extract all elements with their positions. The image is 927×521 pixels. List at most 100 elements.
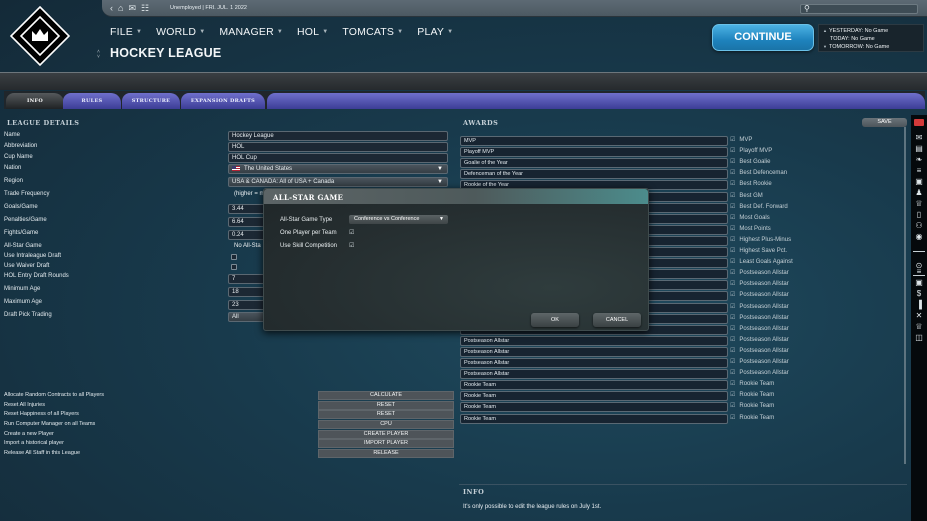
award-name-field[interactable]: Postseason Allstar (460, 369, 728, 380)
award-checkbox[interactable]: ☑ Best Goalie (730, 158, 770, 165)
award-checkbox[interactable]: ☑ Postseason Allstar (730, 269, 789, 276)
award-name-field[interactable]: Rookie Team (460, 402, 728, 413)
page-scroll-arrows[interactable]: ˄ ˅ (97, 50, 100, 60)
awards-scrollbar[interactable] (904, 127, 906, 464)
goals-game-field[interactable]: 3.44 (228, 204, 268, 214)
checkbox-icon[interactable]: ☑ (730, 281, 735, 287)
award-checkbox[interactable]: ☑ Postseason Allstar (730, 358, 789, 365)
mail-icon[interactable]: ✉ (911, 133, 927, 142)
tab-rules[interactable]: RULES (63, 93, 121, 109)
award-checkbox[interactable]: ☑ Rookie Team (730, 414, 774, 421)
trade-frequency-slider[interactable]: (higher = m (234, 191, 265, 197)
cancel-button[interactable]: CANCEL (593, 313, 641, 327)
award-name-field[interactable]: Postseason Allstar (460, 358, 728, 368)
award-checkbox[interactable]: ☑ Rookie Team (730, 402, 774, 409)
checkbox-icon[interactable]: ☑ (730, 259, 735, 265)
cpu-button[interactable]: CPU (318, 420, 454, 429)
camera-icon[interactable]: ▣ (911, 177, 927, 186)
menu-tomcats[interactable]: TOMCATS ▼ (342, 26, 403, 38)
save-button[interactable]: SAVE (862, 118, 907, 127)
award-checkbox[interactable]: ☑ Least Goals Against (730, 258, 793, 265)
checkbox-icon[interactable]: ☑ (730, 315, 735, 321)
reset-injuries-button[interactable]: RESET (318, 401, 454, 410)
compare-icon[interactable]: ◫ (911, 333, 927, 342)
document-icon[interactable]: ▯ (911, 210, 927, 219)
nation-select[interactable]: The United States ▼ (228, 164, 448, 174)
award-checkbox[interactable]: ☑ Postseason Allstar (730, 336, 789, 343)
fights-game-field[interactable]: 0.24 (228, 230, 268, 240)
award-name-field[interactable]: Playoff MVP (460, 147, 728, 158)
maximum-age-field[interactable]: 23 (228, 300, 268, 310)
checkbox-icon[interactable]: ☑ (730, 359, 735, 365)
award-checkbox[interactable]: ☑ Best Rookie (730, 180, 772, 187)
checkbox-icon[interactable]: ☑ (730, 292, 735, 298)
staff-icon[interactable]: ♟ (911, 188, 927, 197)
checkbox-icon[interactable]: ☑ (730, 170, 735, 176)
checkbox-icon[interactable]: ☑ (730, 148, 735, 154)
minimum-age-field[interactable]: 18 (228, 287, 268, 297)
import-player-button[interactable]: IMPORT PLAYER (318, 439, 454, 448)
award-checkbox[interactable]: ☑ Postseason Allstar (730, 369, 789, 376)
schedule-summary[interactable]: ▲ YESTERDAY: No Game TODAY: No Game ▼ TOMO… (818, 24, 924, 52)
search-box[interactable]: ⚲ (800, 4, 918, 14)
people-icon[interactable]: ⚇ (911, 221, 927, 230)
trophy-icon[interactable]: ♕ (911, 199, 927, 208)
award-checkbox[interactable]: ☑ Best GM (730, 192, 763, 199)
menu-file[interactable]: FILE ▼ (110, 26, 142, 38)
award-checkbox[interactable]: ☑ Postseason Allstar (730, 347, 789, 354)
award-checkbox[interactable]: ☑ Postseason Allstar (730, 325, 789, 332)
checkbox-icon[interactable]: ☑ (730, 415, 735, 421)
ok-button[interactable]: OK (531, 313, 579, 327)
penalties-game-field[interactable]: 6.64 (228, 217, 268, 227)
search-input[interactable] (813, 5, 913, 13)
game-logo[interactable] (10, 6, 70, 66)
award-name-field[interactable]: Rookie Team (460, 391, 728, 402)
list-icon[interactable]: ≡ (911, 166, 927, 175)
checkbox-icon[interactable]: ☑ (730, 248, 735, 254)
menu-world[interactable]: WORLD ▼ (156, 26, 205, 38)
award-checkbox[interactable]: ☑ Highest Save Pct. (730, 247, 787, 254)
one-player-checkbox[interactable]: ☑ (349, 229, 354, 236)
checkbox-icon[interactable]: ☑ (730, 370, 735, 376)
tab-info[interactable]: INFO (6, 93, 64, 109)
checkbox-icon[interactable]: ☑ (730, 204, 735, 210)
news-icon[interactable] (914, 119, 924, 126)
draft-pick-trading-select[interactable]: All (228, 312, 268, 322)
award-checkbox[interactable]: ☑ Rookie Team (730, 391, 774, 398)
create-player-button[interactable]: CREATE PLAYER (318, 430, 454, 439)
award-checkbox[interactable]: ☑ Highest Plus-Minus (730, 236, 791, 243)
checkbox-icon[interactable]: ☑ (730, 159, 735, 165)
award-checkbox[interactable]: ☑ Playoff MVP (730, 147, 772, 154)
award-checkbox[interactable]: ☑ Most Goals (730, 214, 770, 221)
checkbox-icon[interactable]: ☑ (730, 403, 735, 409)
checkbox-icon[interactable]: ☑ (730, 326, 735, 332)
broadcast-icon[interactable]: ◉ (911, 232, 927, 241)
entry-draft-rounds-field[interactable]: 7 (228, 274, 268, 284)
award-checkbox[interactable]: ☑ Postseason Allstar (730, 291, 789, 298)
region-select[interactable]: USA & CANADA: All of USA + Canada ▼ (228, 177, 448, 187)
calendar-icon[interactable]: ▤ (911, 144, 927, 153)
award-checkbox[interactable]: ☑ Best Def. Forward (730, 203, 788, 210)
name-field[interactable]: Hockey League (228, 131, 448, 141)
tab-expansion-drafts[interactable]: EXPANSION DRAFTS (181, 93, 265, 109)
checkbox-icon[interactable]: ☑ (730, 381, 735, 387)
menu-manager[interactable]: MANAGER ▼ (219, 26, 283, 38)
award-name-field[interactable]: Defenceman of the Year (460, 169, 728, 180)
award-checkbox[interactable]: ☑ Rookie Team (730, 380, 774, 387)
finance-icon[interactable]: $ (911, 289, 927, 298)
award-checkbox[interactable]: ☑ MVP (730, 136, 752, 143)
globe-icon[interactable]: ☷ (141, 3, 149, 13)
menu-play[interactable]: PLAY ▼ (417, 26, 453, 38)
checkbox-icon[interactable]: ☑ (730, 181, 735, 187)
award-checkbox[interactable]: ☑ Postseason Allstar (730, 314, 789, 321)
photo-icon[interactable]: ▣ (911, 278, 927, 287)
checkbox-icon[interactable]: ☑ (730, 237, 735, 243)
award-name-field[interactable]: Postseason Allstar (460, 335, 728, 346)
tools-icon[interactable]: ✕ (911, 311, 927, 320)
award-checkbox[interactable]: ☑ Most Points (730, 225, 771, 232)
cup-name-field[interactable]: HOL Cup (228, 153, 448, 163)
checkbox-icon[interactable]: ☑ (730, 348, 735, 354)
stats-icon[interactable]: ▐ (911, 300, 927, 309)
award-checkbox[interactable]: ☑ Postseason Allstar (730, 303, 789, 310)
checkbox-icon[interactable]: ☑ (730, 270, 735, 276)
